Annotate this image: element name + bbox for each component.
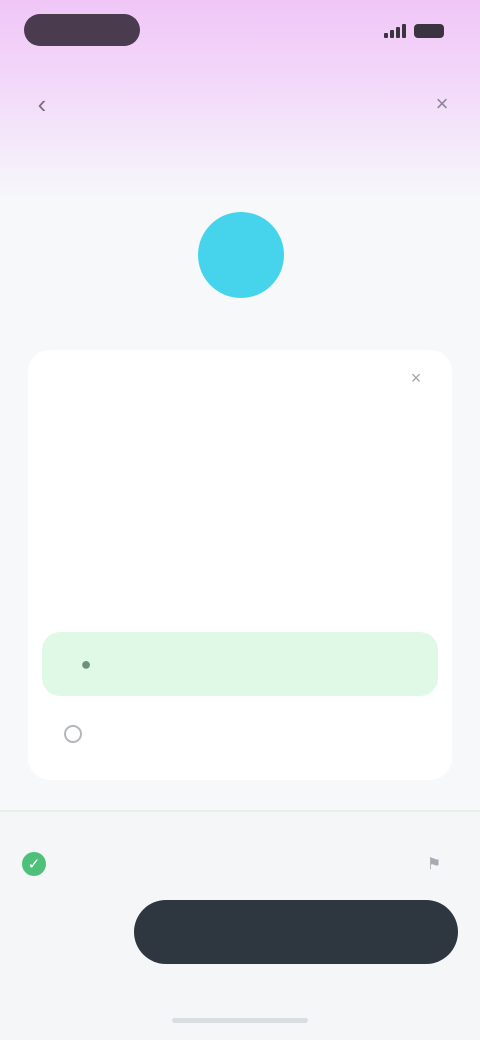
- home-indicator[interactable]: [172, 1018, 308, 1023]
- sub-label: [24, 142, 134, 164]
- close-icon[interactable]: ×: [426, 88, 458, 120]
- mascot-icon: [198, 212, 284, 298]
- flag-icon[interactable]: ⚑: [422, 852, 446, 876]
- check-icon: ✓: [22, 852, 46, 876]
- answer-marker-icon: ●: [80, 653, 92, 674]
- close-icon[interactable]: ×: [402, 364, 430, 392]
- status-icons: [384, 22, 444, 38]
- hint-row[interactable]: [64, 722, 96, 746]
- battery-icon: [414, 24, 444, 38]
- continue-button[interactable]: [134, 900, 458, 964]
- answer-option[interactable]: ●: [42, 632, 438, 696]
- secondary-link[interactable]: [42, 920, 122, 944]
- feedback-sheet: ✓ ⚑: [0, 810, 480, 1040]
- nav-title: [92, 92, 388, 116]
- result-row: ✓: [22, 850, 56, 878]
- question-card: × ●: [28, 350, 452, 780]
- hint-icon: [64, 725, 82, 743]
- signal-icon: [384, 24, 406, 38]
- status-bar: [0, 0, 480, 60]
- nav-bar: ‹ ×: [0, 80, 480, 128]
- dynamic-island: [24, 14, 140, 46]
- back-arrow-icon[interactable]: ‹: [26, 88, 58, 120]
